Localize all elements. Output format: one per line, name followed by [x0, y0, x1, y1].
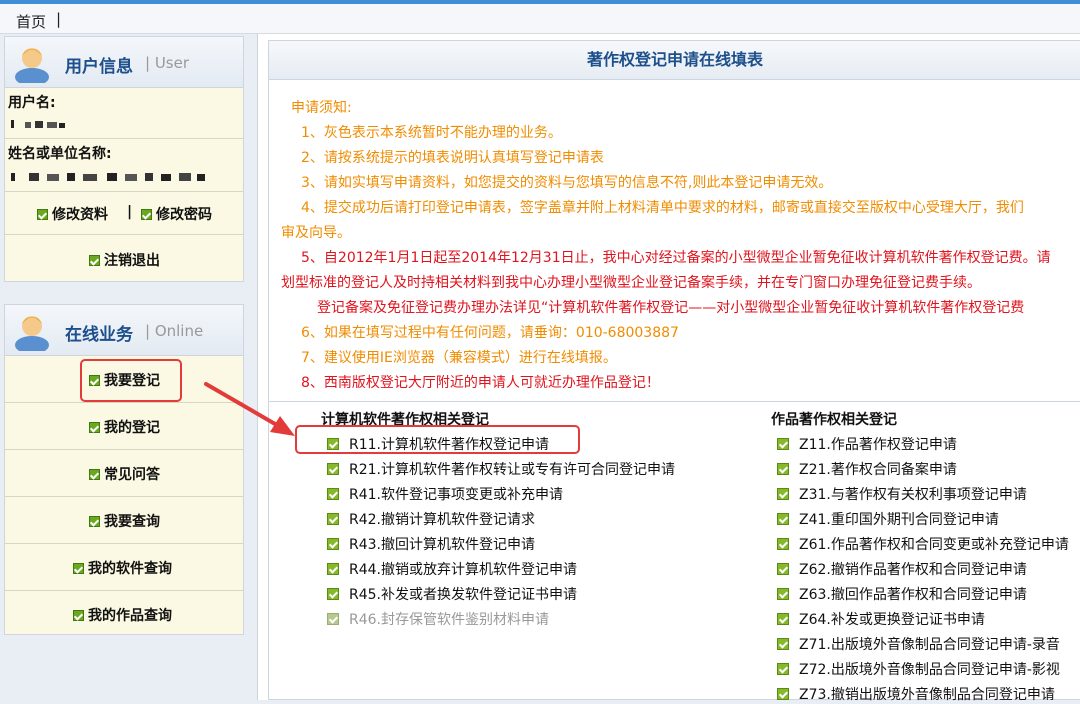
link-z61[interactable]: Z61.作品著作权和合同变更或补充登记申请: [777, 534, 1069, 554]
menu-item-query[interactable]: 我要查询: [89, 511, 160, 531]
notice-line-5: 5、自2012年1月1日起至2014年12月31日止，我中心对经过备案的小型微型…: [301, 250, 1051, 266]
user-info-header: 用户信息 | User: [5, 37, 243, 88]
notice-line-6: 6、如果在填写过程中有任何问题，请垂询：010-68003887: [301, 325, 679, 341]
link-z31[interactable]: Z31.与著作权有关权利事项登记申请: [777, 484, 1027, 504]
checkbox-icon: [327, 588, 339, 600]
r11-highlight-box: [295, 425, 580, 454]
account-actions-row: 修改资料 | 修改密码: [5, 192, 243, 235]
checkbox-icon: [777, 438, 789, 450]
link-z71[interactable]: Z71.出版境外音像制品合同登记申请-录音: [777, 634, 1060, 654]
menu-row-my-works: 我的作品查询: [5, 591, 243, 635]
menu-row-query: 我要查询: [5, 497, 243, 544]
name-label: 姓名或单位名称:: [8, 146, 112, 162]
checkbox-icon: [777, 588, 789, 600]
menu-row-my-software: 我的软件查询: [5, 544, 243, 591]
home-link[interactable]: 首页: [16, 11, 46, 32]
menu-item-my-works-query[interactable]: 我的作品查询: [73, 605, 172, 625]
notice-line-3: 3、请如实填写申请资料，如您提交的资料与您填写的信息不符,则此本登记申请无效。: [301, 175, 833, 191]
user-info-subtitle: | User: [145, 54, 190, 72]
menu-row-faq: 常见问答: [5, 450, 243, 497]
checkbox-icon: [327, 563, 339, 575]
menu-item-my-registrations[interactable]: 我的登记: [89, 417, 160, 437]
online-business-header: 在线业务 | Online: [5, 305, 243, 356]
annotation-arrow-icon: [204, 382, 295, 436]
link-z73[interactable]: Z73.撤销出版境外音像制品合同登记申请: [777, 684, 1055, 704]
link-r41[interactable]: R41.软件登记事项变更或补充申请: [327, 484, 563, 504]
user-info-title: 用户信息: [65, 57, 133, 77]
checkbox-icon: [777, 613, 789, 625]
notice-line-4: 4、提交成功后请打印登记申请表，签字盖章并附上材料清单中要求的材料，邮寄或直接交…: [301, 200, 1024, 216]
actions-separator: |: [127, 204, 133, 220]
top-nav-bar: 首页 |: [0, 0, 1080, 34]
link-r42[interactable]: R42.撤销计算机软件登记请求: [327, 509, 535, 529]
checkbox-icon: [327, 538, 339, 550]
notice-line-1: 1、灰色表示本系统暂时不能办理的业务。: [301, 125, 562, 141]
notice-title: 申请须知:: [291, 100, 352, 116]
menu-item-faq[interactable]: 常见问答: [89, 464, 160, 484]
checkbox-icon: [327, 613, 339, 625]
check-icon: [37, 208, 48, 220]
checkbox-icon: [327, 463, 339, 475]
page-title: 著作权登记申请在线填表: [269, 41, 1080, 80]
checkbox-icon: [777, 638, 789, 650]
username-row: 用户名:: [5, 88, 243, 139]
edit-profile-link[interactable]: 修改资料: [37, 204, 108, 224]
main-content: 著作权登记申请在线填表 申请须知: 1、灰色表示本系统暂时不能办理的业务。 2、…: [257, 34, 1080, 703]
checkbox-icon: [777, 488, 789, 500]
form-panel: 著作权登记申请在线填表 申请须知: 1、灰色表示本系统暂时不能办理的业务。 2、…: [268, 40, 1080, 703]
online-business-subtitle: | Online: [145, 322, 204, 340]
checkbox-icon: [327, 488, 339, 500]
nav-separator: |: [56, 10, 62, 28]
notice-line-8: 8、西南版权登记大厅附近的申请人可就近办理作品登记！: [301, 375, 660, 391]
link-r21[interactable]: R21.计算机软件著作权转让或专有许可合同登记申请: [327, 459, 675, 479]
logout-link[interactable]: 注销退出: [89, 250, 160, 270]
check-icon: [73, 609, 84, 621]
register-highlight-box: [80, 359, 182, 402]
check-icon: [73, 562, 84, 574]
check-icon: [141, 208, 152, 220]
redacted-name: [11, 173, 205, 181]
check-icon: [89, 468, 100, 480]
redacted-username: [11, 120, 65, 128]
section-divider: [269, 401, 1080, 402]
checkbox-icon: [777, 538, 789, 550]
link-r46-disabled: R46.封存保管软件鉴别材料申请: [327, 609, 549, 629]
menu-item-my-software-query[interactable]: 我的软件查询: [73, 558, 172, 578]
change-password-link[interactable]: 修改密码: [141, 204, 212, 224]
checkbox-icon: [777, 663, 789, 675]
notice-line-2: 2、请按系统提示的填表说明认真填写登记申请表: [301, 150, 604, 166]
user-avatar-icon: [15, 48, 49, 83]
link-z62[interactable]: Z62.撤销作品著作权和合同登记申请: [777, 559, 1027, 579]
name-row: 姓名或单位名称:: [5, 139, 243, 192]
notice-line-4-cont: 审及向导。: [281, 225, 351, 241]
link-r44[interactable]: R44.撤销或放弃计算机软件登记申请: [327, 559, 577, 579]
checkbox-icon: [777, 688, 789, 700]
checkbox-icon: [777, 463, 789, 475]
user-avatar-icon: [15, 316, 49, 351]
notice-section: 申请须知: 1、灰色表示本系统暂时不能办理的业务。 2、请按系统提示的填表说明认…: [269, 85, 1080, 397]
online-business-panel: 在线业务 | Online 我要登记 我的登记 常见问答 我要查询 我的软件查询: [4, 304, 244, 635]
works-section-title: 作品著作权相关登记: [771, 412, 897, 428]
link-r45[interactable]: R45.补发或者换发软件登记证书申请: [327, 584, 577, 604]
check-icon: [89, 421, 100, 433]
notice-line-7: 7、建议使用IE浏览器（兼容模式）进行在线填报。: [301, 350, 617, 366]
online-business-title: 在线业务: [65, 325, 133, 345]
link-z41[interactable]: Z41.重印国外期刊合同登记申请: [777, 509, 999, 529]
link-z11[interactable]: Z11.作品著作权登记申请: [777, 434, 957, 454]
check-icon: [89, 515, 100, 527]
link-z72[interactable]: Z72.出版境外音像制品合同登记申请-影视: [777, 659, 1060, 679]
check-icon: [89, 254, 100, 266]
link-z21[interactable]: Z21.著作权合同备案申请: [777, 459, 957, 479]
link-r43[interactable]: R43.撤回计算机软件登记申请: [327, 534, 535, 554]
notice-line-5-detail: 登记备案及免征登记费办理办法详见“计算机软件著作权登记——对小型微型企业暂免征收…: [317, 300, 1025, 316]
notice-line-5-cont: 划型标准的登记人及时持相关材料到我中心办理小型微型企业登记备案手续，并在专门窗口…: [281, 275, 981, 291]
username-label: 用户名:: [8, 95, 56, 111]
link-z64[interactable]: Z64.补发或更换登记证书申请: [777, 609, 985, 629]
logout-row: 注销退出: [5, 235, 243, 281]
link-z63[interactable]: Z63.撤回作品著作权和合同登记申请: [777, 584, 1027, 604]
checkbox-icon: [327, 513, 339, 525]
checkbox-icon: [777, 563, 789, 575]
user-info-panel: 用户信息 | User 用户名: 姓名或单位名称: 修改资料 | 修改密码 注销…: [4, 36, 244, 282]
checkbox-icon: [777, 513, 789, 525]
